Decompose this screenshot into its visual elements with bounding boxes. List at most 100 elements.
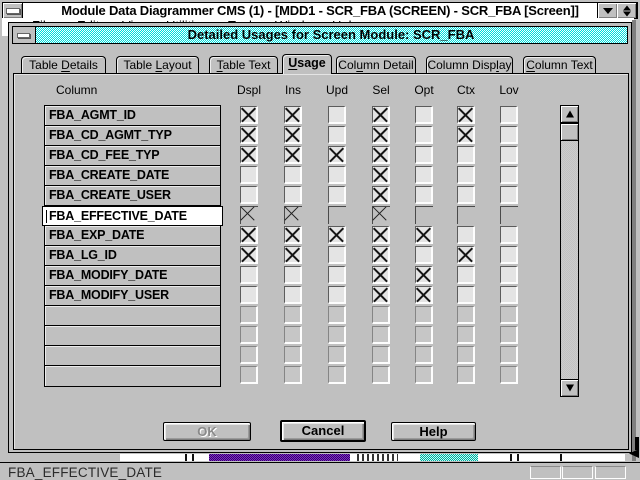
usage-checkbox[interactable] [415,186,433,204]
scroll-up-button[interactable] [560,105,579,123]
scroll-down-button[interactable] [560,379,579,397]
column-name-cell[interactable]: FBA_MODIFY_DATE [45,266,220,286]
usage-checkbox-empty[interactable] [372,346,390,364]
usage-checkbox[interactable] [284,166,302,184]
usage-checkbox-empty[interactable] [415,366,433,384]
vertical-scrollbar[interactable] [560,105,579,397]
tab-table-layout[interactable]: Table Layout [116,56,199,73]
usage-checkbox-empty[interactable] [284,326,302,344]
usage-checkbox[interactable] [284,146,302,164]
usage-checkbox[interactable] [328,286,346,304]
usage-checkbox-empty[interactable] [415,306,433,324]
usage-checkbox[interactable] [415,126,433,144]
usage-checkbox-empty[interactable] [240,306,258,324]
usage-checkbox-empty[interactable] [328,366,346,384]
usage-checkbox-empty[interactable] [240,326,258,344]
column-name-cell-empty[interactable] [45,306,220,326]
usage-checkbox[interactable] [372,206,390,224]
usage-checkbox[interactable] [500,206,518,224]
usage-checkbox[interactable] [372,106,390,124]
dialog-system-menu-button[interactable] [13,27,36,43]
usage-checkbox[interactable] [328,126,346,144]
tab-usage[interactable]: Usage [282,54,332,74]
usage-checkbox[interactable] [240,186,258,204]
cancel-button[interactable]: Cancel [280,420,366,442]
column-name-cell-empty[interactable] [45,366,220,386]
usage-checkbox[interactable] [284,186,302,204]
usage-checkbox[interactable] [240,106,258,124]
usage-checkbox[interactable] [500,266,518,284]
usage-checkbox[interactable] [284,106,302,124]
column-name-cell-empty[interactable] [45,326,220,346]
usage-checkbox-empty[interactable] [240,346,258,364]
usage-checkbox[interactable] [284,246,302,264]
help-button[interactable]: Help [391,422,476,441]
usage-checkbox[interactable] [415,286,433,304]
column-name-cell[interactable]: FBA_MODIFY_USER [45,286,220,306]
usage-checkbox[interactable] [372,246,390,264]
usage-checkbox-empty[interactable] [284,366,302,384]
usage-checkbox[interactable] [372,126,390,144]
usage-checkbox[interactable] [415,166,433,184]
usage-checkbox[interactable] [500,166,518,184]
usage-checkbox[interactable] [284,226,302,244]
usage-checkbox[interactable] [500,106,518,124]
usage-checkbox[interactable] [372,286,390,304]
column-name-cell[interactable]: FBA_LG_ID [45,246,220,266]
usage-checkbox[interactable] [240,246,258,264]
tab-column-detail[interactable]: Column Detail [336,56,416,73]
usage-checkbox[interactable] [240,206,258,224]
tab-column-display[interactable]: Column Display [426,56,513,73]
usage-checkbox[interactable] [457,186,475,204]
usage-checkbox[interactable] [500,126,518,144]
minimize-button[interactable] [597,3,618,18]
usage-checkbox[interactable] [240,286,258,304]
usage-checkbox[interactable] [328,106,346,124]
usage-checkbox[interactable] [240,226,258,244]
usage-checkbox-empty[interactable] [328,346,346,364]
usage-checkbox[interactable] [415,266,433,284]
column-name-cell[interactable]: FBA_CD_AGMT_TYP [45,126,220,146]
usage-checkbox[interactable] [284,266,302,284]
usage-checkbox[interactable] [328,246,346,264]
usage-checkbox[interactable] [500,186,518,204]
tab-column-text[interactable]: Column Text [523,56,596,73]
column-name-cell[interactable]: FBA_CD_FEE_TYP [45,146,220,166]
usage-checkbox[interactable] [415,226,433,244]
tab-table-details[interactable]: Table Details [21,56,106,73]
usage-checkbox-empty[interactable] [372,306,390,324]
tab-table-text[interactable]: Table Text [209,56,278,73]
usage-checkbox-empty[interactable] [415,326,433,344]
usage-checkbox[interactable] [457,206,475,224]
usage-checkbox-empty[interactable] [500,366,518,384]
usage-checkbox[interactable] [284,126,302,144]
usage-checkbox-empty[interactable] [457,346,475,364]
usage-checkbox[interactable] [328,146,346,164]
usage-checkbox-empty[interactable] [328,306,346,324]
usage-checkbox[interactable] [240,126,258,144]
usage-checkbox[interactable] [457,146,475,164]
usage-checkbox[interactable] [372,166,390,184]
usage-checkbox[interactable] [457,166,475,184]
usage-checkbox-empty[interactable] [457,326,475,344]
usage-checkbox[interactable] [457,226,475,244]
usage-checkbox[interactable] [457,126,475,144]
usage-checkbox[interactable] [372,186,390,204]
usage-checkbox[interactable] [284,286,302,304]
usage-checkbox[interactable] [415,146,433,164]
usage-checkbox[interactable] [328,186,346,204]
usage-checkbox[interactable] [328,266,346,284]
usage-checkbox[interactable] [328,166,346,184]
usage-checkbox[interactable] [457,246,475,264]
usage-checkbox[interactable] [457,266,475,284]
ok-button[interactable]: OK [163,422,251,441]
column-name-cell-empty[interactable] [45,346,220,366]
usage-checkbox[interactable] [284,206,302,224]
column-name-cell[interactable]: FBA_CREATE_DATE [45,166,220,186]
usage-checkbox[interactable] [457,286,475,304]
usage-checkbox[interactable] [240,146,258,164]
usage-checkbox[interactable] [240,266,258,284]
usage-checkbox[interactable] [415,106,433,124]
usage-checkbox[interactable] [372,226,390,244]
usage-checkbox-empty[interactable] [500,346,518,364]
